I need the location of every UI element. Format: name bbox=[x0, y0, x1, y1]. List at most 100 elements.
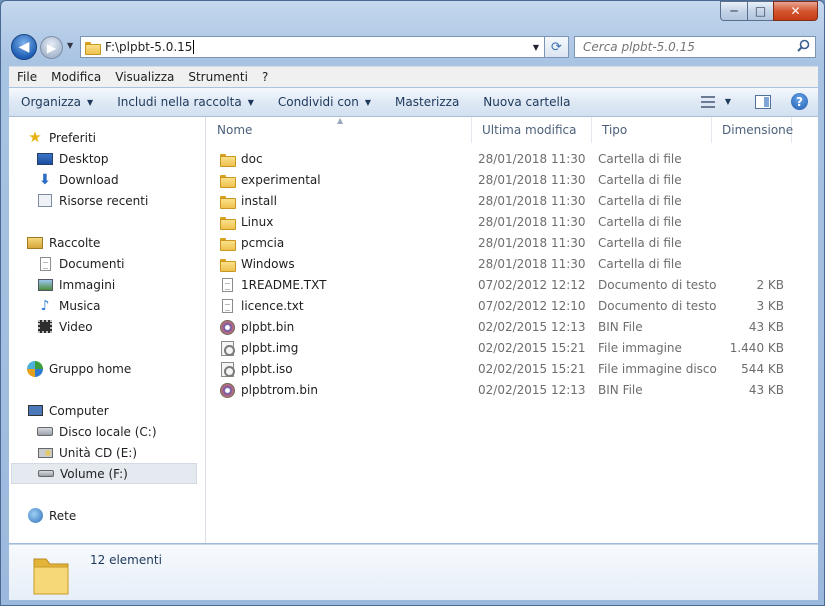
file-name-cell[interactable]: pcmcia bbox=[219, 235, 284, 251]
nav-music[interactable]: ♪ Musica bbox=[37, 295, 225, 316]
recent-pages-dropdown[interactable]: ▼ bbox=[67, 41, 73, 50]
change-view-icon[interactable] bbox=[700, 95, 715, 108]
preview-pane-icon[interactable] bbox=[755, 94, 771, 109]
share-with-button[interactable]: Condividi con ▼ bbox=[266, 95, 383, 109]
chevron-down-icon: ▼ bbox=[364, 97, 372, 107]
nav-volume-f[interactable]: Volume (F:) bbox=[11, 463, 197, 484]
help-icon[interactable]: ? bbox=[791, 93, 808, 110]
file-size: 544 KB bbox=[741, 362, 784, 376]
nav-libraries[interactable]: Raccolte bbox=[27, 232, 215, 253]
file-modified: 07/02/2012 12:10 bbox=[478, 299, 586, 313]
file-modified: 02/02/2015 15:21 bbox=[478, 362, 586, 376]
nav-recent-places[interactable]: Risorse recenti bbox=[37, 190, 225, 211]
view-options-chevron-icon[interactable]: ▼ bbox=[725, 97, 731, 106]
minimize-button[interactable]: ─ bbox=[720, 1, 747, 21]
address-dropdown-icon[interactable]: ▼ bbox=[533, 43, 539, 52]
file-name-cell[interactable]: experimental bbox=[219, 172, 321, 188]
file-row[interactable]: plpbt.iso 02/02/2015 15:21 File immagine d… bbox=[207, 359, 818, 380]
file-row[interactable]: Linux 28/01/2018 11:30 Cartella di file bbox=[207, 212, 818, 233]
file-row[interactable]: doc 28/01/2018 11:30 Cartella di file bbox=[207, 149, 818, 170]
menu-tools[interactable]: Strumenti bbox=[180, 70, 254, 84]
include-in-library-label: Includi nella raccolta bbox=[117, 95, 242, 109]
search-input[interactable] bbox=[583, 40, 783, 54]
nav-pictures[interactable]: Immagini bbox=[37, 274, 225, 295]
file-name-cell[interactable]: plpbt.iso bbox=[219, 361, 293, 377]
file-row[interactable]: plpbt.bin 02/02/2015 12:13 BIN File 43 KB bbox=[207, 317, 818, 338]
file-row[interactable]: pcmcia 28/01/2018 11:30 Cartella di file bbox=[207, 233, 818, 254]
search-box[interactable] bbox=[574, 36, 816, 58]
file-size: 2 KB bbox=[756, 278, 784, 292]
nav-homegroup[interactable]: Gruppo home bbox=[27, 358, 215, 379]
forward-button[interactable]: ▶ bbox=[40, 36, 63, 59]
back-button[interactable]: ◀ bbox=[11, 34, 37, 60]
video-icon bbox=[37, 319, 53, 335]
homegroup-icon bbox=[27, 360, 43, 377]
nav-downloads[interactable]: ⬇ Download bbox=[37, 169, 225, 190]
column-header-type[interactable]: Tipo bbox=[592, 117, 712, 143]
file-row[interactable]: Windows 28/01/2018 11:30 Cartella di file bbox=[207, 254, 818, 275]
menu-edit[interactable]: Modifica bbox=[43, 70, 107, 84]
file-row[interactable]: licence.txt 07/02/2012 12:10 Documento di … bbox=[207, 296, 818, 317]
nav-local-disk[interactable]: Disco locale (C:) bbox=[37, 421, 225, 442]
address-bar[interactable]: F:\plpbt-5.0.15 ▼ bbox=[80, 36, 545, 58]
search-icon[interactable] bbox=[797, 39, 810, 55]
file-row[interactable]: experimental 28/01/2018 11:30 Cartella di … bbox=[207, 170, 818, 191]
file-name: plpbt.img bbox=[241, 341, 299, 355]
file-name-cell[interactable]: licence.txt bbox=[219, 298, 304, 314]
burn-button[interactable]: Masterizza bbox=[383, 95, 471, 109]
include-in-library-button[interactable]: Includi nella raccolta ▼ bbox=[105, 95, 266, 109]
column-header-modified-label: Ultima modifica bbox=[482, 123, 577, 137]
nav-computer[interactable]: Computer bbox=[27, 400, 215, 421]
nav-desktop[interactable]: Desktop bbox=[37, 148, 225, 169]
organize-button[interactable]: Organizza ▼ bbox=[9, 95, 105, 109]
folder-icon bbox=[219, 256, 236, 272]
file-name: 1README.TXT bbox=[241, 278, 327, 292]
file-name-cell[interactable]: plpbtrom.bin bbox=[219, 382, 318, 398]
address-path[interactable]: F:\plpbt-5.0.15 bbox=[105, 40, 192, 54]
file-row[interactable]: install 28/01/2018 11:30 Cartella di file bbox=[207, 191, 818, 212]
nav-videos[interactable]: Video bbox=[37, 316, 225, 337]
nav-favorites[interactable]: ★ Preferiti bbox=[27, 127, 215, 148]
new-folder-button[interactable]: Nuova cartella bbox=[471, 95, 582, 109]
file-modified: 28/01/2018 11:30 bbox=[478, 236, 586, 250]
folder-icon bbox=[219, 235, 236, 251]
nav-documents[interactable]: Documenti bbox=[37, 253, 225, 274]
column-header-modified[interactable]: Ultima modifica bbox=[472, 117, 592, 143]
maximize-button[interactable]: □ bbox=[747, 1, 773, 21]
file-row[interactable]: plpbtrom.bin 02/02/2015 12:13 BIN File 43 K… bbox=[207, 380, 818, 401]
details-pane: 12 elementi bbox=[9, 544, 818, 600]
file-name-cell[interactable]: plpbt.bin bbox=[219, 319, 294, 335]
refresh-icon: ⟳ bbox=[551, 39, 562, 55]
menu-view[interactable]: Visualizza bbox=[107, 70, 180, 84]
recent-places-icon bbox=[37, 193, 53, 209]
file-name: Linux bbox=[241, 215, 274, 229]
column-header-name[interactable]: ▲ Nome bbox=[207, 116, 472, 143]
text-file-icon bbox=[219, 298, 235, 314]
column-header-size[interactable]: Dimensione bbox=[712, 117, 793, 143]
refresh-button[interactable]: ⟳ bbox=[545, 36, 569, 58]
disc-image-icon bbox=[219, 361, 235, 377]
file-row[interactable]: plpbt.img 02/02/2015 15:21 File immagine 1.… bbox=[207, 338, 818, 359]
folder-icon bbox=[219, 193, 236, 209]
close-button[interactable]: ✕ bbox=[773, 1, 818, 21]
hard-drive-icon bbox=[37, 424, 53, 440]
file-size: 43 KB bbox=[748, 383, 784, 397]
file-name-cell[interactable]: install bbox=[219, 193, 277, 209]
file-name-cell[interactable]: plpbt.img bbox=[219, 340, 298, 356]
column-header-name-label: Nome bbox=[217, 123, 253, 137]
file-list: ▲ Nome Ultima modifica Tipo Dimensione d… bbox=[207, 116, 818, 543]
menu-help[interactable]: ? bbox=[254, 70, 274, 84]
file-row[interactable]: 1README.TXT 07/02/2012 12:12 Documento di … bbox=[207, 275, 818, 296]
libraries-icon bbox=[27, 235, 43, 251]
file-name-cell[interactable]: Linux bbox=[219, 214, 273, 230]
menu-file[interactable]: File bbox=[9, 70, 43, 84]
file-name: plpbt.iso bbox=[241, 362, 293, 376]
file-name-cell[interactable]: doc bbox=[219, 151, 263, 167]
removable-drive-icon bbox=[38, 466, 54, 482]
sort-ascending-icon: ▲ bbox=[337, 116, 344, 125]
file-type: Documento di testo bbox=[598, 299, 717, 313]
file-name-cell[interactable]: Windows bbox=[219, 256, 295, 272]
nav-cd-drive[interactable]: Unità CD (E:) bbox=[37, 442, 225, 463]
file-name-cell[interactable]: 1README.TXT bbox=[219, 277, 326, 293]
nav-network[interactable]: Rete bbox=[27, 505, 215, 526]
